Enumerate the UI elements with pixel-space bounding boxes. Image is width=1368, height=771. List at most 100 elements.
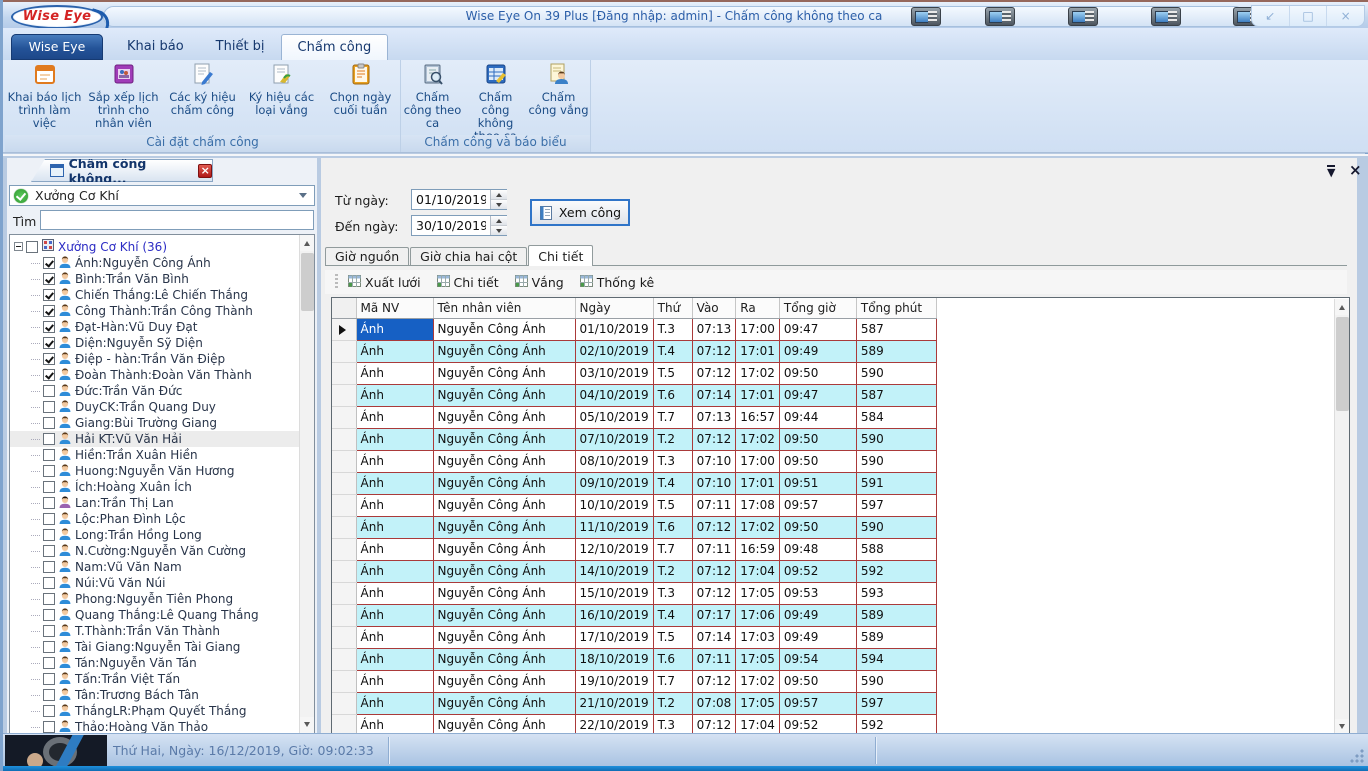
table-cell[interactable]: Ánh	[356, 384, 433, 406]
toolbar-button-3[interactable]: Vắng	[515, 275, 564, 290]
table-cell[interactable]: Ánh	[356, 428, 433, 450]
table-cell[interactable]: T.4	[653, 472, 692, 494]
table-cell[interactable]: T.7	[653, 670, 692, 692]
row-indicator-cell[interactable]	[332, 428, 356, 450]
table-cell[interactable]: 590	[856, 428, 936, 450]
table-cell[interactable]: Nguyễn Công Ánh	[433, 582, 575, 604]
employee-checkbox[interactable]	[43, 289, 55, 301]
maximize-button[interactable]: □	[1290, 6, 1328, 26]
table-cell[interactable]: Nguyễn Công Ánh	[433, 450, 575, 472]
table-cell[interactable]: T.4	[653, 604, 692, 626]
table-cell[interactable]: 07:13	[692, 318, 736, 340]
table-cell[interactable]: Ánh	[356, 450, 433, 472]
column-header[interactable]: Tổng giờ	[779, 298, 856, 318]
ribbon-tab-3[interactable]: Chấm công	[281, 34, 389, 60]
table-cell[interactable]: Nguyễn Công Ánh	[433, 472, 575, 494]
table-cell[interactable]: Nguyễn Công Ánh	[433, 692, 575, 714]
table-cell[interactable]: 09:51	[779, 472, 856, 494]
table-cell[interactable]: Ánh	[356, 648, 433, 670]
table-cell[interactable]: 17:01	[736, 384, 780, 406]
tree-item-employee[interactable]: Chiến Thắng:Lê Chiến Thắng	[10, 287, 299, 303]
tree-item-employee[interactable]: Công Thành:Trần Công Thành	[10, 303, 299, 319]
employee-checkbox[interactable]	[43, 673, 55, 685]
tree-item-employee[interactable]: Quang Thắng:Lê Quang Thắng	[10, 607, 299, 623]
table-cell[interactable]: 17:02	[736, 670, 780, 692]
table-cell[interactable]: 07:17	[692, 604, 736, 626]
device-icon-1[interactable]	[911, 7, 941, 26]
table-cell[interactable]: Ánh	[356, 626, 433, 648]
table-cell[interactable]: T.3	[653, 582, 692, 604]
table-cell[interactable]: 589	[856, 604, 936, 626]
table-cell[interactable]: 11/10/2019	[575, 516, 653, 538]
view-attendance-button[interactable]: Xem công	[530, 199, 630, 226]
search-input[interactable]	[40, 210, 314, 230]
table-cell[interactable]: T.6	[653, 516, 692, 538]
table-cell[interactable]: Ánh	[356, 494, 433, 516]
table-cell[interactable]: 09:50	[779, 516, 856, 538]
table-cell[interactable]: 09:49	[779, 340, 856, 362]
table-cell[interactable]: T.5	[653, 362, 692, 384]
tree-scroll-thumb[interactable]	[301, 253, 314, 311]
table-cell[interactable]: 09:50	[779, 362, 856, 384]
tree-item-employee[interactable]: Hiền:Trần Xuân Hiền	[10, 447, 299, 463]
column-header[interactable]: Mã NV	[356, 298, 433, 318]
table-cell[interactable]: Ánh	[356, 692, 433, 714]
tree-item-employee[interactable]: Điệp - hàn:Trần Văn Điệp	[10, 351, 299, 367]
table-cell[interactable]: 09/10/2019	[575, 472, 653, 494]
tree-item-employee[interactable]: Đức:Trần Văn Đức	[10, 383, 299, 399]
ribbon-button-shift-attendance[interactable]: Chấm công theo ca	[401, 60, 464, 134]
tree-item-employee[interactable]: Tài Giang:Nguyễn Tài Giang	[10, 639, 299, 655]
row-indicator-cell[interactable]	[332, 626, 356, 648]
employee-checkbox[interactable]	[43, 273, 55, 285]
table-cell[interactable]: Ánh	[356, 318, 433, 340]
table-cell[interactable]: Nguyễn Công Ánh	[433, 648, 575, 670]
table-cell[interactable]: 07:12	[692, 340, 736, 362]
table-cell[interactable]: 17:03	[736, 626, 780, 648]
table-cell[interactable]: Nguyễn Công Ánh	[433, 516, 575, 538]
employee-checkbox[interactable]	[43, 545, 55, 557]
grid-scroll-thumb[interactable]	[1336, 317, 1349, 411]
table-cell[interactable]: 07:12	[692, 362, 736, 384]
table-cell[interactable]: 16/10/2019	[575, 604, 653, 626]
table-cell[interactable]: 07:14	[692, 384, 736, 406]
table-cell[interactable]: Ánh	[356, 714, 433, 735]
row-indicator-cell[interactable]	[332, 692, 356, 714]
document-tab-close-button[interactable]: ×	[198, 164, 212, 178]
table-cell[interactable]: 17:04	[736, 714, 780, 735]
tree-item-employee[interactable]: Tân:Trương Bách Tân	[10, 687, 299, 703]
table-cell[interactable]: Ánh	[356, 516, 433, 538]
ribbon-tab-1[interactable]: Khai báo	[111, 34, 200, 60]
table-cell[interactable]: 03/10/2019	[575, 362, 653, 384]
view-tab-1[interactable]: Giờ nguồn	[325, 247, 409, 265]
employee-checkbox[interactable]	[43, 561, 55, 573]
table-cell[interactable]: T.6	[653, 384, 692, 406]
tree-item-employee[interactable]: Đoàn Thành:Đoàn Văn Thành	[10, 367, 299, 383]
table-cell[interactable]: 17:00	[736, 318, 780, 340]
table-cell[interactable]: T.3	[653, 714, 692, 735]
table-cell[interactable]: 22/10/2019	[575, 714, 653, 735]
table-cell[interactable]: 17:01	[736, 472, 780, 494]
table-cell[interactable]: 09:47	[779, 318, 856, 340]
table-cell[interactable]: 07:11	[692, 648, 736, 670]
auto-hide-pin-icon[interactable]: ▼	[1327, 165, 1335, 178]
table-cell[interactable]: 09:57	[779, 692, 856, 714]
toolbar-button-1[interactable]: Xuất lưới	[348, 275, 421, 290]
table-cell[interactable]: 590	[856, 516, 936, 538]
table-cell[interactable]: 17:05	[736, 692, 780, 714]
table-cell[interactable]: 17/10/2019	[575, 626, 653, 648]
table-cell[interactable]: Nguyễn Công Ánh	[433, 626, 575, 648]
table-cell[interactable]: 17:08	[736, 494, 780, 516]
table-cell[interactable]: Nguyễn Công Ánh	[433, 670, 575, 692]
view-tab-2[interactable]: Giờ chia hai cột	[410, 247, 527, 265]
resize-grip[interactable]	[1349, 748, 1365, 764]
employee-checkbox[interactable]	[43, 497, 55, 509]
table-cell[interactable]: 16:59	[736, 538, 780, 560]
ribbon-tab-2[interactable]: Thiết bị	[200, 34, 281, 60]
device-icon-3[interactable]	[1068, 7, 1098, 26]
table-cell[interactable]: 09:49	[779, 626, 856, 648]
row-indicator-cell[interactable]	[332, 604, 356, 626]
table-cell[interactable]: 589	[856, 340, 936, 362]
table-cell[interactable]: Nguyễn Công Ánh	[433, 604, 575, 626]
row-indicator-cell[interactable]	[332, 538, 356, 560]
tree-item-employee[interactable]: Lộc:Phan Đình Lộc	[10, 511, 299, 527]
